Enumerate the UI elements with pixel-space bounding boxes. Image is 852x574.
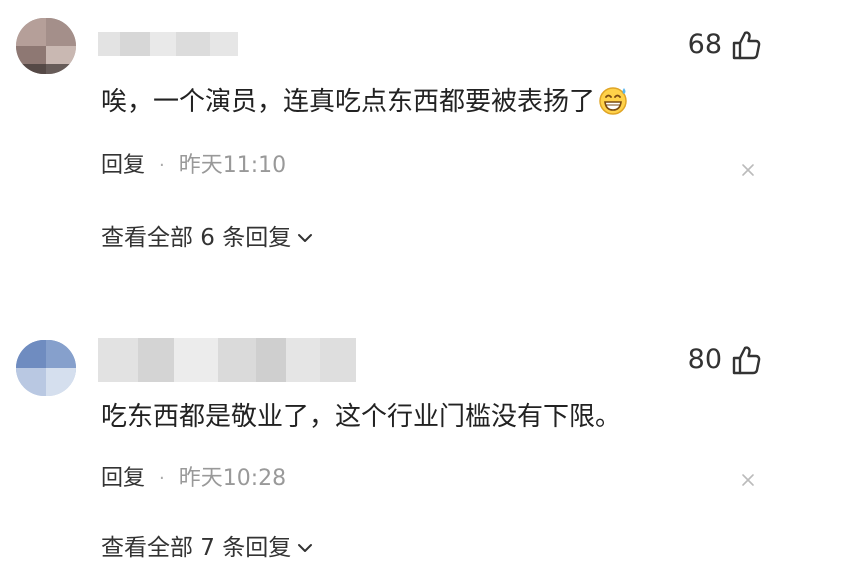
grinning-sweat-emoji-icon <box>599 87 627 115</box>
avatar[interactable] <box>16 340 76 396</box>
close-icon[interactable] <box>741 473 755 487</box>
like-button[interactable]: 80 <box>688 343 762 377</box>
comment-meta: 回复 · 昨天11:10 <box>101 151 286 181</box>
reply-button[interactable]: 回复 <box>101 464 145 494</box>
comment-text: 唉，一个演员，连真吃点东西都要被表扬了 <box>101 84 629 120</box>
chevron-down-icon <box>298 234 313 242</box>
comment-text-body: 唉，一个演员，连真吃点东西都要被表扬了 <box>101 87 596 117</box>
thumbs-up-icon[interactable] <box>730 344 762 376</box>
close-icon[interactable] <box>741 163 755 177</box>
comment-meta: 回复 · 昨天10:28 <box>101 464 286 494</box>
meta-separator: · <box>159 155 165 176</box>
reply-button[interactable]: 回复 <box>101 151 145 181</box>
like-count: 80 <box>687 344 722 375</box>
view-replies-label: 查看全部 6 条回复 <box>101 225 292 251</box>
thumbs-up-icon[interactable] <box>730 29 762 61</box>
view-replies-label: 查看全部 7 条回复 <box>101 535 292 561</box>
like-button[interactable]: 68 <box>688 28 762 62</box>
chevron-down-icon <box>298 544 313 552</box>
username-blurred[interactable] <box>98 338 356 382</box>
meta-separator: · <box>159 468 165 489</box>
like-count: 68 <box>687 29 722 60</box>
view-all-replies-button[interactable]: 查看全部 6 条回复 <box>101 222 313 254</box>
view-all-replies-button[interactable]: 查看全部 7 条回复 <box>101 532 313 564</box>
timestamp: 昨天11:10 <box>178 153 287 178</box>
avatar[interactable] <box>16 18 76 74</box>
comment-text: 吃东西都是敬业了，这个行业门槛没有下限。 <box>101 402 622 432</box>
timestamp: 昨天10:28 <box>178 466 287 491</box>
username-blurred[interactable] <box>98 32 238 56</box>
